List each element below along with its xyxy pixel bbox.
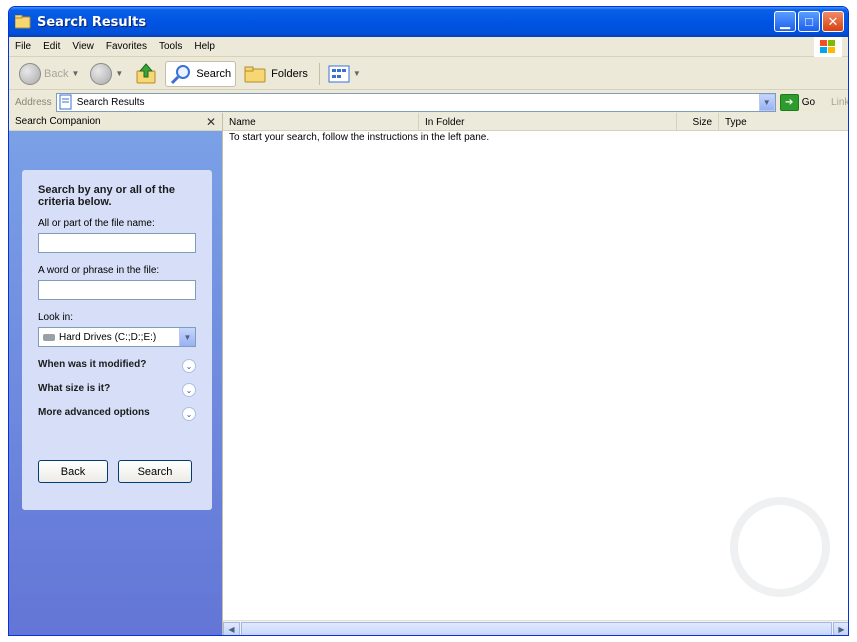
forward-arrow-icon: [90, 62, 113, 85]
advanced-label: More advanced options: [38, 407, 150, 418]
filename-label: All or part of the file name:: [38, 218, 155, 229]
address-page-icon: [59, 94, 72, 110]
search-submit-button[interactable]: Search: [118, 460, 192, 483]
search-label: Search: [196, 67, 232, 80]
pane-title: Search Companion: [15, 116, 101, 127]
menu-bar: File Edit View Favorites Tools Help: [9, 37, 848, 57]
column-size[interactable]: Size: [677, 113, 719, 131]
go-label: Go: [801, 96, 816, 108]
scroll-thumb[interactable]: [241, 621, 832, 635]
size-label: What size is it?: [38, 383, 111, 394]
windows-logo-icon: [814, 37, 842, 57]
column-type[interactable]: Type: [719, 113, 848, 131]
chevron-down-icon[interactable]: ▼: [179, 328, 195, 346]
address-bar: Address Search Results ▼ ➔ Go Links »: [9, 91, 848, 113]
up-button[interactable]: [130, 61, 162, 87]
search-magnifier-icon: [171, 64, 191, 84]
pane-header: Search Companion ✕: [9, 113, 222, 131]
menu-edit[interactable]: Edit: [43, 41, 60, 52]
chevron-down-icon: ▼: [71, 69, 80, 78]
go-arrow-icon: ➔: [779, 93, 799, 111]
toolbar: Back ▼ ▼ Search Folders ▼: [9, 58, 848, 90]
folders-icon: [244, 66, 266, 82]
forward-button[interactable]: ▼: [86, 61, 127, 87]
folders-label: Folders: [271, 67, 308, 80]
pane-buttons: Back Search: [38, 460, 192, 483]
up-folder-icon: [136, 62, 156, 83]
phrase-input[interactable]: [38, 280, 196, 300]
menu-view[interactable]: View: [72, 41, 94, 52]
horizontal-scrollbar[interactable]: ◀ ▶: [223, 620, 848, 635]
chevron-down-icon[interactable]: ⌄: [182, 407, 196, 421]
menu-tools[interactable]: Tools: [159, 41, 182, 52]
back-arrow-icon: [19, 62, 41, 85]
back-button[interactable]: Back: [38, 460, 108, 483]
minimize-icon[interactable]: ▁: [774, 11, 796, 32]
column-name[interactable]: Name: [223, 113, 419, 131]
window-title: Search Results: [37, 14, 147, 30]
search-magnifier-icon: [730, 497, 830, 597]
go-button[interactable]: ➔ Go: [779, 93, 816, 111]
size-expander[interactable]: What size is it? ⌄: [38, 383, 196, 397]
back-button[interactable]: Back ▼: [15, 61, 83, 87]
lookin-select[interactable]: Hard Drives (C:;D:;E:) ▼: [38, 327, 196, 347]
close-icon[interactable]: ✕: [206, 115, 216, 129]
chevron-down-icon: ▼: [115, 69, 124, 78]
lookin-value: Hard Drives (C:;D:;E:): [59, 331, 157, 343]
modified-label: When was it modified?: [38, 359, 147, 370]
menu-help[interactable]: Help: [194, 41, 215, 52]
window-controls: ▁ □ ✕: [774, 11, 844, 32]
phrase-label: A word or phrase in the file:: [38, 265, 160, 276]
folders-button[interactable]: Folders: [239, 61, 312, 87]
chevron-down-icon[interactable]: ⌄: [182, 359, 196, 373]
address-value: Search Results: [76, 96, 145, 108]
lookin-label: Look in:: [38, 312, 74, 323]
instruction-text: To start your search, follow the instruc…: [229, 132, 490, 143]
advanced-expander[interactable]: More advanced options ⌄: [38, 407, 196, 421]
search-companion-pane: Search Companion ✕ Search by any or all …: [9, 113, 222, 635]
column-header: Name In Folder Size Type: [223, 113, 848, 131]
explorer-window: Search Results ▁ □ ✕ File Edit View Favo…: [8, 6, 849, 636]
column-in-folder[interactable]: In Folder: [419, 113, 677, 131]
drive-icon: [43, 333, 55, 341]
modified-expander[interactable]: When was it modified? ⌄: [38, 359, 196, 373]
address-label: Address: [15, 96, 52, 108]
chevron-down-icon[interactable]: ▼: [758, 93, 775, 111]
links-label[interactable]: Links: [831, 97, 848, 108]
scroll-left-icon[interactable]: ◀: [223, 621, 240, 635]
scroll-right-icon[interactable]: ▶: [833, 621, 848, 635]
filename-input[interactable]: [38, 233, 196, 253]
close-icon[interactable]: ✕: [822, 11, 844, 32]
results-pane: Name In Folder Size Type To start your s…: [222, 113, 848, 635]
chevron-down-icon[interactable]: ⌄: [182, 383, 196, 397]
folder-search-icon: [15, 15, 31, 29]
address-field[interactable]: Search Results ▼: [55, 92, 776, 112]
menu-favorites[interactable]: Favorites: [106, 41, 147, 52]
search-criteria-card: Search by any or all of the criteria bel…: [22, 170, 212, 510]
chevron-down-icon: ▼: [352, 69, 361, 78]
views-icon: [328, 65, 350, 82]
menu-file[interactable]: File: [15, 41, 31, 52]
toolbar-separator: [318, 62, 320, 85]
views-button[interactable]: ▼: [324, 61, 365, 87]
back-label: Back: [44, 67, 69, 80]
maximize-icon[interactable]: □: [798, 11, 820, 32]
title-bar[interactable]: Search Results ▁ □ ✕: [9, 7, 848, 37]
criteria-heading: Search by any or all of the criteria bel…: [38, 184, 175, 208]
search-button[interactable]: Search: [165, 60, 237, 87]
